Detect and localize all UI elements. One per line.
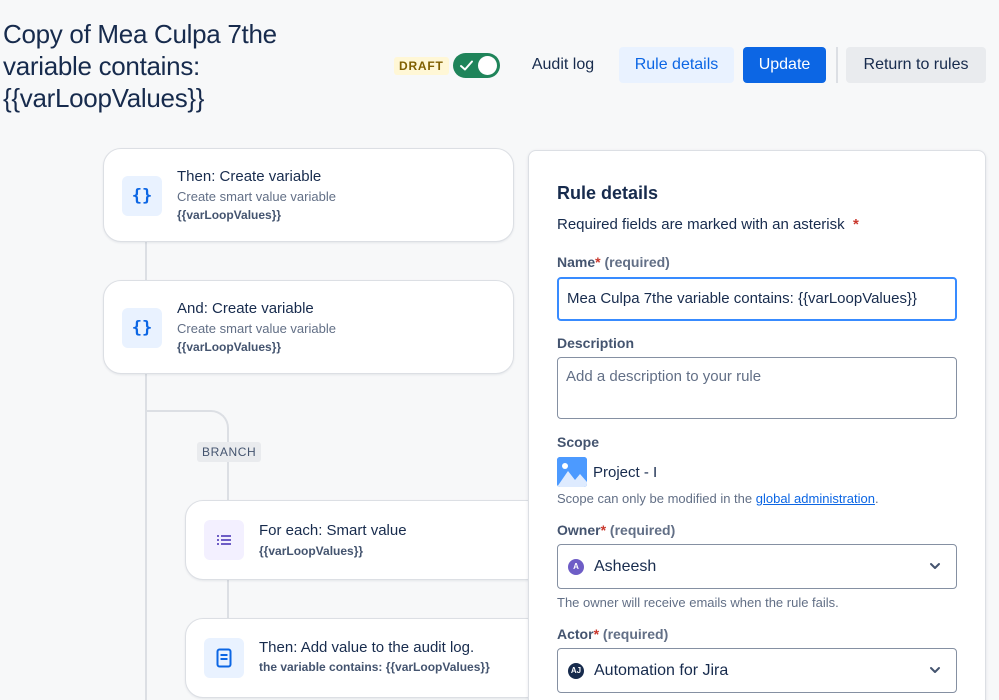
list-icon	[204, 520, 244, 560]
scope-help: Scope can only be modified in the global…	[557, 491, 879, 506]
name-label: Name* (required)	[557, 254, 670, 270]
card-value: the variable contains: {{varLoopValues}}	[259, 660, 490, 674]
chevron-down-icon	[930, 563, 940, 569]
card-title: And: Create variable	[177, 300, 314, 317]
return-to-rules-button[interactable]: Return to rules	[846, 47, 986, 83]
document-icon	[204, 638, 244, 678]
card-subtitle: Create smart value variable	[177, 189, 336, 204]
flow-connector	[145, 240, 147, 282]
required-text: (required)	[604, 254, 670, 270]
card-value: {{varLoopValues}}	[177, 208, 282, 222]
flow-connector	[227, 460, 229, 502]
asterisk: *	[595, 254, 601, 270]
asterisk: *	[593, 626, 600, 642]
flow-card-create-variable-1[interactable]: {} Then: Create variable Create smart va…	[103, 148, 514, 242]
rule-details-panel: Rule details Required fields are marked …	[528, 150, 986, 700]
scope-value: Project - I	[593, 463, 658, 481]
audit-log-button[interactable]: Audit log	[519, 47, 607, 83]
card-title: Then: Create variable	[177, 168, 322, 185]
rule-details-button[interactable]: Rule details	[619, 47, 734, 83]
project-avatar-icon	[557, 457, 587, 487]
actor-label: Actor* (required)	[557, 626, 668, 642]
actor-avatar: AJ	[568, 662, 584, 679]
branch-label: BRANCH	[197, 442, 262, 462]
card-title: For each: Smart value	[259, 522, 407, 539]
owner-help: The owner will receive emails when the r…	[557, 595, 839, 610]
actor-select[interactable]: AJ Automation for Jira	[557, 648, 957, 693]
owner-label-text: Owner	[557, 522, 601, 538]
scope-help-suffix: .	[874, 491, 879, 506]
scope-label: Scope	[557, 434, 600, 450]
required-text: (required)	[602, 626, 669, 642]
scope-row: Project - I	[557, 457, 657, 487]
asterisk: *	[600, 522, 607, 538]
required-note-text: Required fields are marked with an aster…	[557, 216, 845, 233]
flow-card-audit-log[interactable]: Then: Add value to the audit log. the va…	[185, 618, 545, 698]
curly-braces-icon: {}	[122, 308, 162, 348]
flow-card-create-variable-2[interactable]: {} And: Create variable Create smart val…	[103, 280, 514, 374]
curly-braces-icon: {}	[122, 176, 162, 216]
name-input[interactable]: Mea Culpa 7the variable contains: {{varL…	[557, 277, 957, 321]
actor-value: Automation for Jira	[594, 661, 729, 679]
name-label-text: Name	[557, 254, 596, 270]
required-note: Required fields are marked with an aster…	[557, 216, 859, 233]
owner-value: Asheesh	[594, 557, 657, 575]
card-value: {{varLoopValues}}	[177, 340, 282, 354]
owner-label: Owner* (required)	[557, 522, 675, 538]
flow-connector	[227, 578, 229, 620]
owner-avatar: A	[568, 558, 584, 575]
check-icon	[460, 60, 473, 71]
description-label: Description	[557, 335, 635, 351]
card-title: Then: Add value to the audit log.	[259, 639, 475, 656]
panel-title: Rule details	[557, 183, 659, 203]
scope-help-text: Scope can only be modified in the	[557, 491, 756, 506]
rule-enabled-toggle[interactable]	[453, 53, 500, 78]
toggle-knob	[478, 56, 497, 75]
card-value: {{varLoopValues}}	[259, 544, 364, 558]
draft-badge: DRAFT	[394, 57, 449, 75]
page-title: Copy of Mea Culpa 7the variable contains…	[3, 19, 277, 113]
card-subtitle: Create smart value variable	[177, 321, 336, 336]
global-administration-link[interactable]: global administration	[756, 491, 875, 506]
actor-label-text: Actor	[557, 626, 594, 642]
update-button[interactable]: Update	[743, 47, 826, 83]
toolbar-divider	[836, 47, 838, 83]
chevron-down-icon	[930, 667, 940, 673]
required-text: (required)	[609, 522, 676, 538]
flow-card-for-each[interactable]: For each: Smart value {{varLoopValues}}	[185, 500, 545, 580]
owner-select[interactable]: A Asheesh	[557, 544, 957, 589]
asterisk: *	[852, 216, 859, 233]
description-textarea[interactable]: Add a description to your rule	[557, 357, 957, 419]
